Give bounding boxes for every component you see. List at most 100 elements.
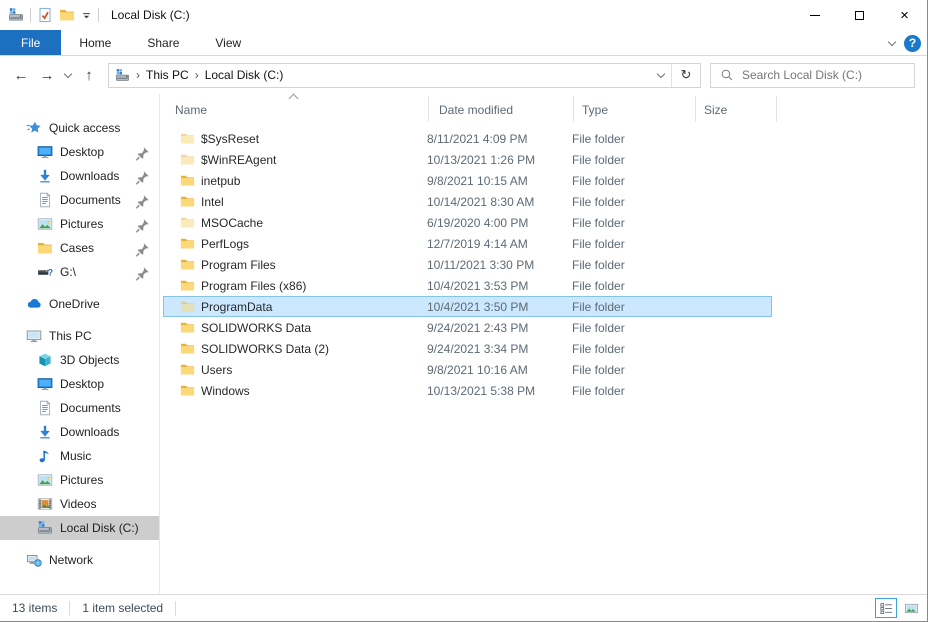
column-header-size[interactable]: Size bbox=[696, 96, 777, 122]
file-row[interactable]: Windows 10/13/2021 5:38 PM File folder bbox=[163, 380, 772, 401]
sidebar-item-label: This PC bbox=[49, 329, 92, 343]
sidebar-item-label: Downloads bbox=[60, 425, 120, 439]
thumbnail-view-button[interactable] bbox=[900, 598, 922, 618]
back-button[interactable]: ← bbox=[8, 62, 34, 88]
file-name: inetpub bbox=[201, 173, 241, 188]
sidebar-item-label: Pictures bbox=[60, 217, 104, 231]
file-row[interactable]: PerfLogs 12/7/2019 4:14 AM File folder bbox=[163, 233, 772, 254]
file-row[interactable]: SOLIDWORKS Data (2) 9/24/2021 3:34 PM File… bbox=[163, 338, 772, 359]
file-explorer-window: Local Disk (C:) × File Home Share View ? ←… bbox=[0, 0, 928, 622]
file-date-cell: 12/7/2019 4:14 AM bbox=[427, 236, 528, 251]
customize-dropdown-icon[interactable] bbox=[81, 10, 92, 21]
sidebar-item-onedrive[interactable]: OneDrive bbox=[0, 292, 159, 316]
folder-icon bbox=[180, 341, 195, 356]
help-icon[interactable]: ? bbox=[904, 34, 921, 52]
sidebar-item-label: Desktop bbox=[60, 145, 105, 159]
file-name: ProgramData bbox=[201, 299, 273, 314]
document-icon bbox=[37, 400, 54, 416]
folder-icon bbox=[180, 215, 195, 230]
sidebar-item-pictures[interactable]: Pictures bbox=[0, 212, 159, 236]
sidebar-item-desktop[interactable]: Desktop bbox=[0, 140, 159, 164]
document-icon bbox=[37, 192, 54, 208]
tab-share[interactable]: Share bbox=[129, 30, 197, 55]
minimize-button[interactable] bbox=[792, 0, 837, 30]
new-folder-icon[interactable] bbox=[59, 7, 75, 23]
items-count: 13 items bbox=[12, 601, 58, 615]
file-row[interactable]: Intel 10/14/2021 8:30 AM File folder bbox=[163, 191, 772, 212]
details-view-button[interactable] bbox=[875, 598, 897, 618]
maximize-button[interactable] bbox=[837, 0, 882, 30]
ribbon-right-controls: ? bbox=[887, 30, 921, 56]
sidebar-item-downloads[interactable]: Downloads bbox=[0, 420, 159, 444]
sidebar-item-this-pc[interactable]: This PC bbox=[0, 324, 159, 348]
file-name: Intel bbox=[201, 194, 224, 209]
file-row[interactable]: MSOCache 6/19/2020 4:00 PM File folder bbox=[163, 212, 772, 233]
sidebar-item-label: Local Disk (C:) bbox=[60, 521, 139, 535]
file-date-cell: 10/13/2021 1:26 PM bbox=[427, 152, 536, 167]
file-type-cell: File folder bbox=[572, 341, 625, 356]
close-button[interactable]: × bbox=[882, 0, 927, 30]
drive-question-icon: ? bbox=[37, 264, 54, 280]
folder-icon bbox=[180, 320, 195, 335]
file-type-cell: File folder bbox=[572, 131, 625, 146]
address-bar[interactable]: › This PC › Local Disk (C:) ↻ bbox=[108, 62, 701, 88]
window-controls: × bbox=[792, 0, 927, 30]
search-box[interactable] bbox=[710, 62, 915, 88]
file-row[interactable]: Users 9/8/2021 10:16 AM File folder bbox=[163, 359, 772, 380]
up-button[interactable]: ↑ bbox=[76, 62, 102, 88]
svg-text:?: ? bbox=[48, 268, 53, 278]
file-type-cell: File folder bbox=[572, 362, 625, 377]
sidebar-item-music[interactable]: Music bbox=[0, 444, 159, 468]
properties-icon[interactable] bbox=[37, 7, 53, 23]
sidebar-item-label: Quick access bbox=[49, 121, 121, 135]
file-date-cell: 9/8/2021 10:15 AM bbox=[427, 173, 528, 188]
chevron-down-icon[interactable] bbox=[887, 37, 897, 46]
file-name-cell: Program Files bbox=[164, 257, 427, 272]
star-icon bbox=[26, 120, 43, 136]
tab-file[interactable]: File bbox=[0, 30, 62, 55]
recent-locations-icon[interactable] bbox=[60, 62, 76, 88]
column-header-date-modified[interactable]: Date modified bbox=[429, 96, 574, 122]
column-header-type[interactable]: Type bbox=[574, 96, 696, 122]
sidebar-item-3d-objects[interactable]: 3D Objects bbox=[0, 348, 159, 372]
search-input[interactable] bbox=[742, 68, 902, 82]
toolbar-separator bbox=[30, 8, 31, 22]
file-row[interactable]: $WinREAgent 10/13/2021 1:26 PM File folder bbox=[163, 149, 772, 170]
file-row[interactable]: inetpub 9/8/2021 10:15 AM File folder bbox=[163, 170, 772, 191]
file-name: PerfLogs bbox=[201, 236, 250, 251]
refresh-icon[interactable]: ↻ bbox=[672, 64, 700, 87]
sidebar-item-documents[interactable]: Documents bbox=[0, 188, 159, 212]
folder-icon bbox=[37, 240, 54, 256]
column-header-name[interactable]: Name bbox=[160, 96, 429, 122]
file-row[interactable]: Program Files (x86) 10/4/2021 3:53 PM File… bbox=[163, 275, 772, 296]
desktop-icon bbox=[37, 144, 54, 160]
drive-icon bbox=[115, 68, 130, 83]
sidebar-item-videos[interactable]: Videos bbox=[0, 492, 159, 516]
address-dropdown-icon[interactable] bbox=[650, 63, 672, 87]
breadcrumb-local-disk-c[interactable]: Local Disk (C:) bbox=[205, 68, 284, 82]
file-name: SOLIDWORKS Data bbox=[201, 320, 312, 335]
breadcrumb-this-pc[interactable]: This PC bbox=[146, 68, 189, 82]
sidebar-item-local-disk-c[interactable]: Local Disk (C:) bbox=[0, 516, 159, 540]
sidebar-item-desktop[interactable]: Desktop bbox=[0, 372, 159, 396]
sidebar-item-label: 3D Objects bbox=[60, 353, 120, 367]
drive-icon bbox=[37, 520, 54, 536]
sidebar-item-downloads[interactable]: Downloads bbox=[0, 164, 159, 188]
sidebar-item-quick-access[interactable]: Quick access bbox=[0, 116, 159, 140]
tab-home[interactable]: Home bbox=[61, 30, 129, 55]
sidebar-item-documents[interactable]: Documents bbox=[0, 396, 159, 420]
file-row[interactable]: $SysReset 8/11/2021 4:09 PM File folder bbox=[163, 128, 772, 149]
sidebar-item-cases[interactable]: Cases bbox=[0, 236, 159, 260]
sidebar-item-pictures[interactable]: Pictures bbox=[0, 468, 159, 492]
sidebar-item-g[interactable]: ? G:\ bbox=[0, 260, 159, 284]
status-bar: 13 items 1 item selected bbox=[0, 594, 927, 621]
folder-icon bbox=[180, 173, 195, 188]
downloads-icon bbox=[37, 168, 54, 184]
file-row[interactable]: SOLIDWORKS Data 9/24/2021 2:43 PM File fol… bbox=[163, 317, 772, 338]
file-row[interactable]: Program Files 10/11/2021 3:30 PM File fold… bbox=[163, 254, 772, 275]
forward-button[interactable]: → bbox=[34, 62, 60, 88]
tab-view[interactable]: View bbox=[197, 30, 259, 55]
sidebar-item-network[interactable]: Network bbox=[0, 548, 159, 572]
file-row[interactable]: ProgramData 10/4/2021 3:50 PM File folder bbox=[163, 296, 772, 317]
file-name: SOLIDWORKS Data (2) bbox=[201, 341, 330, 356]
